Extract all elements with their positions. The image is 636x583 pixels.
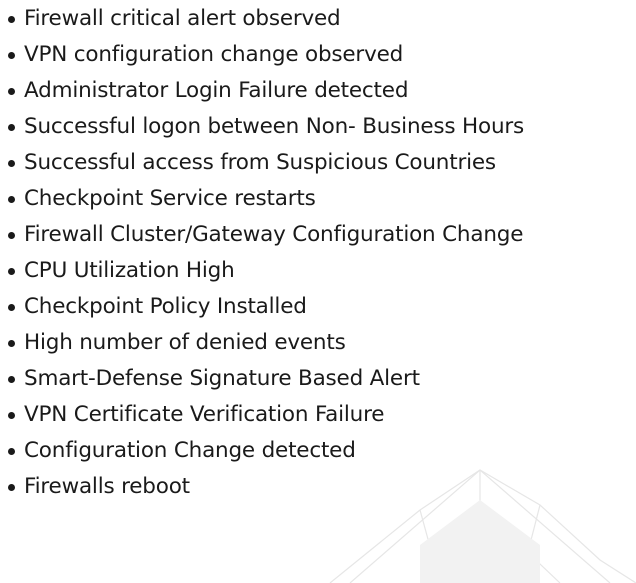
bullet-icon — [8, 483, 15, 491]
bullet-icon — [8, 231, 15, 239]
bullet-icon — [8, 87, 15, 95]
list-item-label: Smart-Defense Signature Based Alert — [24, 365, 420, 391]
bullet-icon — [8, 375, 15, 383]
list-item-label: VPN Certificate Verification Failure — [24, 401, 385, 427]
list-item: Checkpoint Policy Installed — [8, 288, 636, 324]
list-item: Firewall Cluster/Gateway Configuration C… — [8, 216, 636, 252]
list-item: VPN Certificate Verification Failure — [8, 396, 636, 432]
list-item: High number of denied events — [8, 324, 636, 360]
bullet-icon — [8, 339, 15, 347]
list-item-label: Successful logon between Non- Business H… — [24, 113, 525, 139]
list-item-label: Checkpoint Service restarts — [24, 185, 316, 211]
page: Firewall critical alert observed VPN con… — [0, 0, 636, 583]
list-item-label: Firewall critical alert observed — [24, 5, 341, 31]
list-item: Smart-Defense Signature Based Alert — [8, 360, 636, 396]
list-item: VPN configuration change observed — [8, 36, 636, 72]
list-item: Configuration Change detected — [8, 432, 636, 468]
list-item: Successful access from Suspicious Countr… — [8, 144, 636, 180]
bullet-icon — [8, 159, 15, 167]
list-item-label: Checkpoint Policy Installed — [24, 293, 307, 319]
bullet-icon — [8, 447, 15, 455]
list-item: Firewall critical alert observed — [8, 0, 636, 36]
alert-list: Firewall critical alert observed VPN con… — [8, 0, 636, 504]
list-item-label: Firewalls reboot — [24, 473, 190, 499]
bullet-icon — [8, 303, 15, 311]
bullet-icon — [8, 123, 15, 131]
bullet-icon — [8, 15, 15, 23]
list-item: Administrator Login Failure detected — [8, 72, 636, 108]
list-item-label: High number of denied events — [24, 329, 346, 355]
list-item: Checkpoint Service restarts — [8, 180, 636, 216]
list-item-label: Successful access from Suspicious Countr… — [24, 149, 496, 175]
list-item-label: Firewall Cluster/Gateway Configuration C… — [24, 221, 524, 247]
list-item: Successful logon between Non- Business H… — [8, 108, 636, 144]
bullet-icon — [8, 51, 15, 59]
list-item: Firewalls reboot — [8, 468, 636, 504]
bullet-icon — [8, 411, 15, 419]
list-item-label: VPN configuration change observed — [24, 41, 404, 67]
bullet-icon — [8, 195, 15, 203]
bullet-icon — [8, 267, 15, 275]
list-item-label: Configuration Change detected — [24, 437, 356, 463]
list-item: CPU Utilization High — [8, 252, 636, 288]
list-item-label: CPU Utilization High — [24, 257, 235, 283]
list-item-label: Administrator Login Failure detected — [24, 77, 409, 103]
